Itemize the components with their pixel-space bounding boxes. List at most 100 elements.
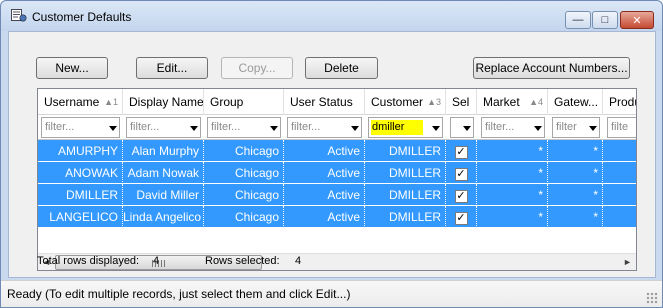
column-header-sel[interactable]: Sel (446, 89, 477, 115)
window-title: Customer Defaults (32, 10, 132, 24)
table-row[interactable]: ANOWAK Adam Nowak Chicago Active DMILLER… (38, 162, 636, 184)
grid-rows: AMURPHY Alan Murphy Chicago Active DMILL… (38, 140, 636, 228)
resize-grip-icon[interactable] (646, 292, 658, 304)
cell-customer: DMILLER (365, 162, 446, 184)
minimize-icon: — (572, 14, 584, 26)
cell-gateway: * (548, 140, 603, 162)
sel-checkbox[interactable]: ✓ (454, 212, 468, 225)
filter-row: filter... filter... filter... filter... … (38, 115, 636, 140)
filter-username[interactable]: filter... (41, 117, 120, 138)
filter-display-name[interactable]: filter... (126, 117, 201, 138)
cell-display-name: Adam Nowak (123, 162, 204, 184)
cell-product (603, 162, 636, 184)
cell-display-name: Linda Angelico (123, 206, 204, 228)
cell-group: Chicago (204, 184, 284, 206)
sort-indicator: ▲3 (427, 97, 441, 107)
chevron-down-icon (351, 126, 359, 131)
table-row[interactable]: LANGELICO Linda Angelico Chicago Active … (38, 206, 636, 228)
table-row[interactable]: AMURPHY Alan Murphy Chicago Active DMILL… (38, 140, 636, 162)
cell-sel: ✓ (446, 162, 477, 184)
scroll-right-icon[interactable]: ► (619, 254, 636, 271)
filter-sel[interactable] (450, 117, 474, 138)
filter-gateway[interactable]: filter (552, 117, 600, 138)
app-icon (11, 9, 27, 22)
rows-selected-value: 4 (295, 255, 302, 267)
cell-username: AMURPHY (38, 140, 123, 162)
copy-button[interactable]: Copy... (221, 57, 293, 79)
chevron-down-icon (589, 126, 597, 131)
cell-user-status: Active (284, 206, 365, 228)
sel-checkbox[interactable]: ✓ (454, 168, 468, 181)
sort-indicator: ▲1 (104, 97, 118, 107)
cell-group: Chicago (204, 162, 284, 184)
sort-indicator: ▲4 (529, 97, 543, 107)
new-button[interactable]: New... (36, 57, 108, 79)
cell-market: * (477, 206, 548, 228)
cell-user-status: Active (284, 140, 365, 162)
cell-customer: DMILLER (365, 140, 446, 162)
total-rows-label: Total rows displayed: (37, 255, 140, 267)
table-row[interactable]: DMILLER David Miller Chicago Active DMIL… (38, 184, 636, 206)
cell-gateway: * (548, 162, 603, 184)
column-header-group[interactable]: Group (204, 89, 284, 115)
customer-grid[interactable]: Username ▲1 Display Name Group User Stat… (37, 88, 637, 271)
chevron-down-icon (270, 126, 278, 131)
filter-customer[interactable]: dmiller (368, 117, 443, 138)
filter-group[interactable]: filter... (207, 117, 281, 138)
cell-user-status: Active (284, 184, 365, 206)
sel-checkbox[interactable]: ✓ (454, 190, 468, 203)
cell-sel: ✓ (446, 140, 477, 162)
cell-sel: ✓ (446, 184, 477, 206)
cell-sel: ✓ (446, 206, 477, 228)
edit-button[interactable]: Edit... (136, 57, 208, 79)
cell-market: * (477, 140, 548, 162)
column-header-display-name[interactable]: Display Name (123, 89, 204, 115)
delete-button[interactable]: Delete (305, 57, 378, 79)
cell-username: ANOWAK (38, 162, 123, 184)
title-bar[interactable]: Customer Defaults — □ ✕ (1, 1, 662, 31)
cell-market: * (477, 184, 548, 206)
column-header-user-status[interactable]: User Status (284, 89, 365, 115)
chevron-down-icon (432, 126, 440, 131)
filter-user-status[interactable]: filter... (287, 117, 362, 138)
cell-username: LANGELICO (38, 206, 123, 228)
column-header-gateway[interactable]: Gatew... (548, 89, 603, 115)
cell-group: Chicago (204, 206, 284, 228)
cell-product (603, 140, 636, 162)
chevron-down-icon (109, 126, 117, 131)
maximize-icon: □ (601, 14, 609, 26)
status-bar: Ready (To edit multiple records, just se… (1, 280, 662, 307)
rows-selected-label: Rows selected: (205, 255, 280, 267)
column-header-customer[interactable]: Customer ▲3 (365, 89, 446, 115)
total-rows-value: 4 (153, 255, 160, 267)
cell-product (603, 184, 636, 206)
grid-header: Username ▲1 Display Name Group User Stat… (38, 89, 636, 115)
replace-account-numbers-button[interactable]: Replace Account Numbers... (473, 57, 630, 79)
cell-username: DMILLER (38, 184, 123, 206)
status-text: Ready (To edit multiple records, just se… (7, 287, 351, 301)
filter-product[interactable]: filte (607, 117, 636, 138)
customer-defaults-window: Customer Defaults — □ ✕ New... Edit... C… (0, 0, 663, 308)
chevron-down-icon (534, 126, 542, 131)
cell-group: Chicago (204, 140, 284, 162)
chevron-down-icon (190, 126, 198, 131)
column-header-username[interactable]: Username ▲1 (38, 89, 123, 115)
cell-display-name: David Miller (123, 184, 204, 206)
cell-customer: DMILLER (365, 184, 446, 206)
cell-market: * (477, 162, 548, 184)
cell-gateway: * (548, 206, 603, 228)
cell-product (603, 206, 636, 228)
close-icon: ✕ (632, 14, 642, 27)
minimize-button[interactable]: — (565, 11, 591, 29)
filter-market[interactable]: filter... (481, 117, 545, 138)
sel-checkbox[interactable]: ✓ (454, 146, 468, 159)
cell-gateway: * (548, 184, 603, 206)
close-button[interactable]: ✕ (620, 11, 654, 29)
cell-display-name: Alan Murphy (123, 140, 204, 162)
client-area: New... Edit... Copy... Delete Replace Ac… (8, 31, 656, 278)
chevron-down-icon (463, 126, 471, 131)
cell-customer: DMILLER (365, 206, 446, 228)
maximize-button[interactable]: □ (592, 11, 618, 29)
column-header-market[interactable]: Market ▲4 (477, 89, 548, 115)
column-header-product[interactable]: Produ (603, 89, 636, 115)
